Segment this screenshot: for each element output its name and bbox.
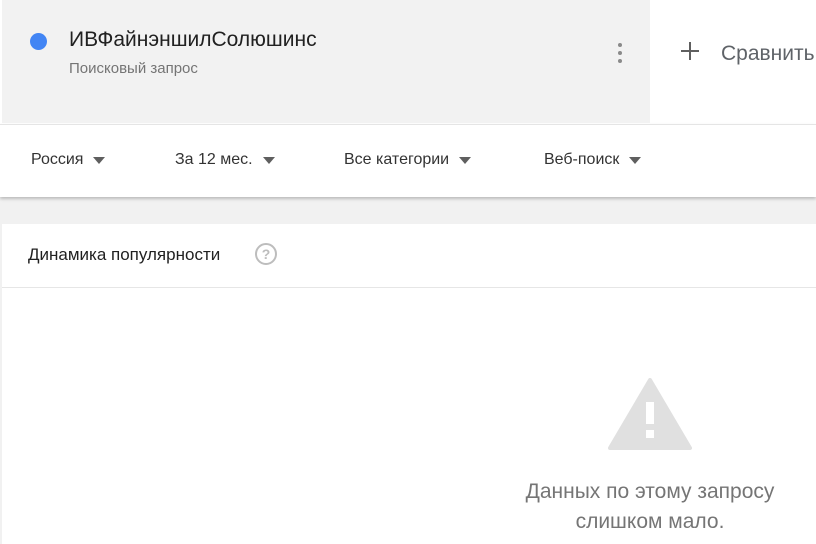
search-type-dropdown[interactable]: Веб-поиск [544,151,642,173]
term-subtitle: Поисковый запрос [69,60,198,77]
term-name[interactable]: ИВФайнэншилСолюшинс [69,28,317,52]
empty-state-message: Данных по этому запросу слишком мало. [472,477,816,537]
card-title: Динамика популярности [28,245,221,264]
plus-icon [679,40,701,62]
help-icon[interactable]: ? [255,243,277,265]
chevron-down-icon [459,156,472,164]
warning-icon [608,378,692,450]
period-label: За 12 мес. [175,151,253,168]
filter-bar: Россия За 12 мес. Все категории Веб-поис… [0,124,816,197]
more-vert-icon[interactable] [609,40,629,66]
category-label: Все категории [344,151,450,168]
search-term-bar: ИВФайнэншилСолюшинс Поисковый запрос Сра… [0,0,816,124]
region-label: Россия [31,151,84,168]
chevron-down-icon [262,156,275,164]
compare-button[interactable]: Сравнить [650,0,816,123]
search-type-label: Веб-поиск [544,151,620,168]
empty-state-line: Данных по этому запросу [525,480,775,503]
chevron-down-icon [629,156,642,164]
term-color-dot [30,33,47,50]
search-term-card[interactable]: ИВФайнэншилСолюшинс Поисковый запрос [2,0,651,123]
card-header: Динамика популярности ? [2,224,816,288]
chevron-down-icon [93,156,106,164]
compare-label: Сравнить [721,42,815,65]
period-dropdown[interactable]: За 12 мес. [175,151,275,173]
region-dropdown[interactable]: Россия [31,151,106,173]
interest-over-time-card: Динамика популярности ? Данных по этому … [2,224,816,544]
category-dropdown[interactable]: Все категории [344,151,472,173]
